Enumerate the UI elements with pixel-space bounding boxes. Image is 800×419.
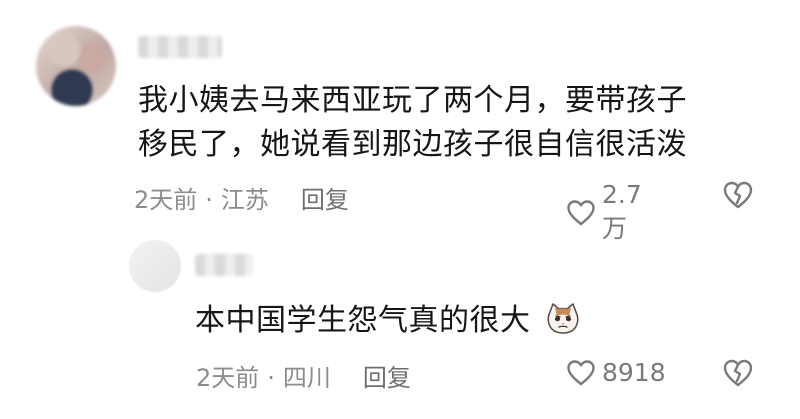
comment-time: 2天前 (196, 364, 260, 392)
comment-meta: 2天前 · 江苏 回复 (134, 180, 349, 215)
broken-heart-icon (722, 358, 754, 388)
reply-text: 本中国学生怨气真的很大 (195, 302, 581, 346)
reply-button[interactable]: 回复 (301, 186, 349, 214)
avatar[interactable] (36, 26, 116, 106)
like-button[interactable]: 2.7万 (566, 180, 642, 245)
meta-separator: · (267, 364, 275, 392)
comment-location: 四川 (282, 364, 331, 392)
dislike-button[interactable] (722, 358, 754, 388)
broken-heart-icon (722, 180, 754, 210)
comment-location: 江苏 (220, 186, 269, 214)
meta-separator: · (205, 186, 213, 214)
cat-face-icon (545, 302, 581, 346)
like-button[interactable]: 8918 (566, 358, 666, 387)
comment-meta: 2天前 · 四川 回复 (196, 358, 411, 393)
comment-text-line-1: 我小姨去马来西亚玩了两个月，要带孩子 (138, 83, 687, 118)
reply-text-content: 本中国学生怨气真的很大 (195, 303, 531, 338)
dislike-button[interactable] (722, 180, 754, 210)
heart-icon (566, 359, 596, 387)
reply-button[interactable]: 回复 (363, 364, 411, 392)
comment-time: 2天前 (134, 186, 198, 214)
like-count: 8918 (602, 358, 666, 387)
comment-text-line-2: 移民了，她说看到那边孩子很自信很活泼 (138, 127, 687, 162)
username-blurred[interactable] (195, 254, 253, 276)
username-blurred[interactable] (138, 36, 222, 58)
like-count: 2.7万 (602, 180, 642, 243)
heart-icon (566, 199, 596, 227)
avatar[interactable] (129, 240, 181, 292)
